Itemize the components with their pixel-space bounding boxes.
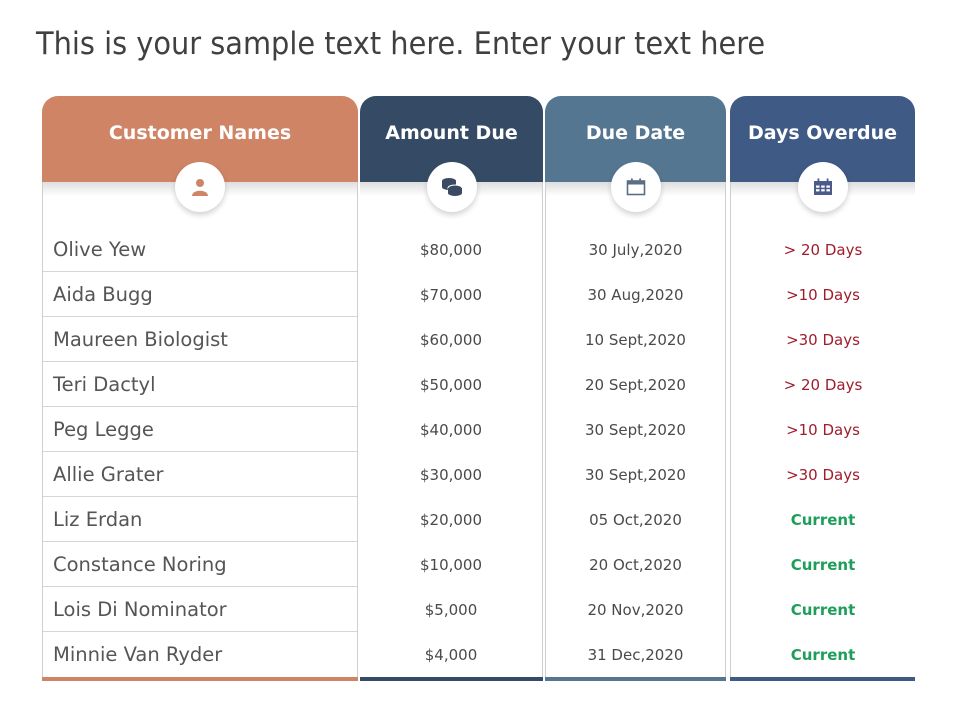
overdue-list: > 20 Days >10 Days >30 Days > 20 Days >10 Da… <box>731 182 915 677</box>
due-date-cell: 10 Sept,2020 <box>585 330 686 349</box>
header-label: Customer Names <box>108 122 292 144</box>
column-body: Olive Yew Aida Bugg Maureen Biologist Teri … <box>42 182 358 677</box>
name-list: Olive Yew Aida Bugg Maureen Biologist Teri … <box>43 182 357 677</box>
due-date-cell: 31 Dec,2020 <box>587 645 684 664</box>
customer-name-cell: Liz Erdan <box>43 497 357 542</box>
customer-name-cell: Peg Legge <box>43 407 357 452</box>
column-body: > 20 Days >10 Days >30 Days > 20 Days >10 Da… <box>730 182 915 677</box>
column-body: $80,000 $70,000 $60,000 $50,000 $40,000 $30,0… <box>360 182 543 677</box>
amount-due-cell: $10,000 <box>419 555 483 574</box>
customer-name-cell: Maureen Biologist <box>43 317 357 362</box>
bottom-bar <box>730 677 915 681</box>
days-overdue-cell: >10 Days <box>786 420 860 439</box>
days-overdue-cell: Current <box>790 555 856 574</box>
bottom-bar <box>360 677 543 681</box>
days-overdue-cell: Current <box>790 645 856 664</box>
days-overdue-cell: Current <box>790 510 856 529</box>
amount-due-cell: $40,000 <box>419 420 483 439</box>
amount-due-cell: $4,000 <box>424 645 478 664</box>
due-date-cell: 30 July,2020 <box>588 240 683 259</box>
user-icon <box>175 162 225 212</box>
header-label: Amount Due <box>385 122 518 144</box>
customer-name-cell: Allie Grater <box>43 452 357 497</box>
column-days-overdue: Days Overdue > 20 Days >10 Days >30 Days > … <box>730 96 915 681</box>
coins-icon <box>426 162 477 212</box>
due-date-cell: 30 Sept,2020 <box>585 420 686 439</box>
due-date-cell: 30 Sept,2020 <box>585 465 686 484</box>
days-overdue-cell: Current <box>790 600 856 619</box>
days-overdue-cell: > 20 Days <box>783 375 863 394</box>
amount-due-cell: $70,000 <box>419 285 483 304</box>
customer-name-cell: Minnie Van Ryder <box>53 643 223 666</box>
amount-list: $80,000 $70,000 $60,000 $50,000 $40,000 $30,0… <box>360 182 542 677</box>
column-body: 30 July,2020 30 Aug,2020 10 Sept,2020 20 Se… <box>545 182 726 677</box>
bottom-bar <box>545 677 726 681</box>
header-label: Days Overdue <box>747 122 898 144</box>
due-date-cell: 20 Nov,2020 <box>587 600 684 619</box>
customer-name-cell: Lois Di Nominator <box>43 587 357 632</box>
due-date-cell: 30 Aug,2020 <box>587 285 684 304</box>
amount-due-cell: $60,000 <box>419 330 483 349</box>
customer-name-cell: Aida Bugg <box>43 272 357 317</box>
days-overdue-cell: >30 Days <box>786 330 860 349</box>
column-customer-names: Customer Names Olive Yew Aida Bugg Maureen… <box>42 96 358 681</box>
days-overdue-cell: >10 Days <box>786 285 860 304</box>
days-overdue-cell: >30 Days <box>786 465 860 484</box>
amount-due-cell: $5,000 <box>424 600 478 619</box>
header-label: Due Date <box>585 122 686 144</box>
page-title: This is your sample text here. Enter you… <box>36 26 766 62</box>
amount-due-cell: $80,000 <box>419 240 483 259</box>
customer-name-cell: Teri Dactyl <box>43 362 357 407</box>
customer-name-cell: Constance Noring <box>43 542 357 587</box>
amount-due-cell: $50,000 <box>419 375 483 394</box>
column-amount-due: Amount Due $80,000 $70,000 $60,000 $50,000 $… <box>360 96 543 681</box>
days-overdue-cell: > 20 Days <box>783 240 863 259</box>
due-date-cell: 05 Oct,2020 <box>589 510 682 529</box>
due-date-cell: 20 Sept,2020 <box>585 375 686 394</box>
date-list: 30 July,2020 30 Aug,2020 10 Sept,2020 20 Se… <box>546 182 725 677</box>
column-due-date: Due Date 30 July,2020 30 Aug,2020 10 Sept,… <box>545 96 726 681</box>
amount-due-cell: $30,000 <box>419 465 483 484</box>
customer-name-cell: Olive Yew <box>43 227 357 272</box>
bottom-bar <box>42 677 358 681</box>
calendar-icon <box>610 162 661 212</box>
due-date-cell: 20 Oct,2020 <box>589 555 682 574</box>
amount-due-cell: $20,000 <box>419 510 483 529</box>
calendar-grid-icon <box>797 162 848 212</box>
